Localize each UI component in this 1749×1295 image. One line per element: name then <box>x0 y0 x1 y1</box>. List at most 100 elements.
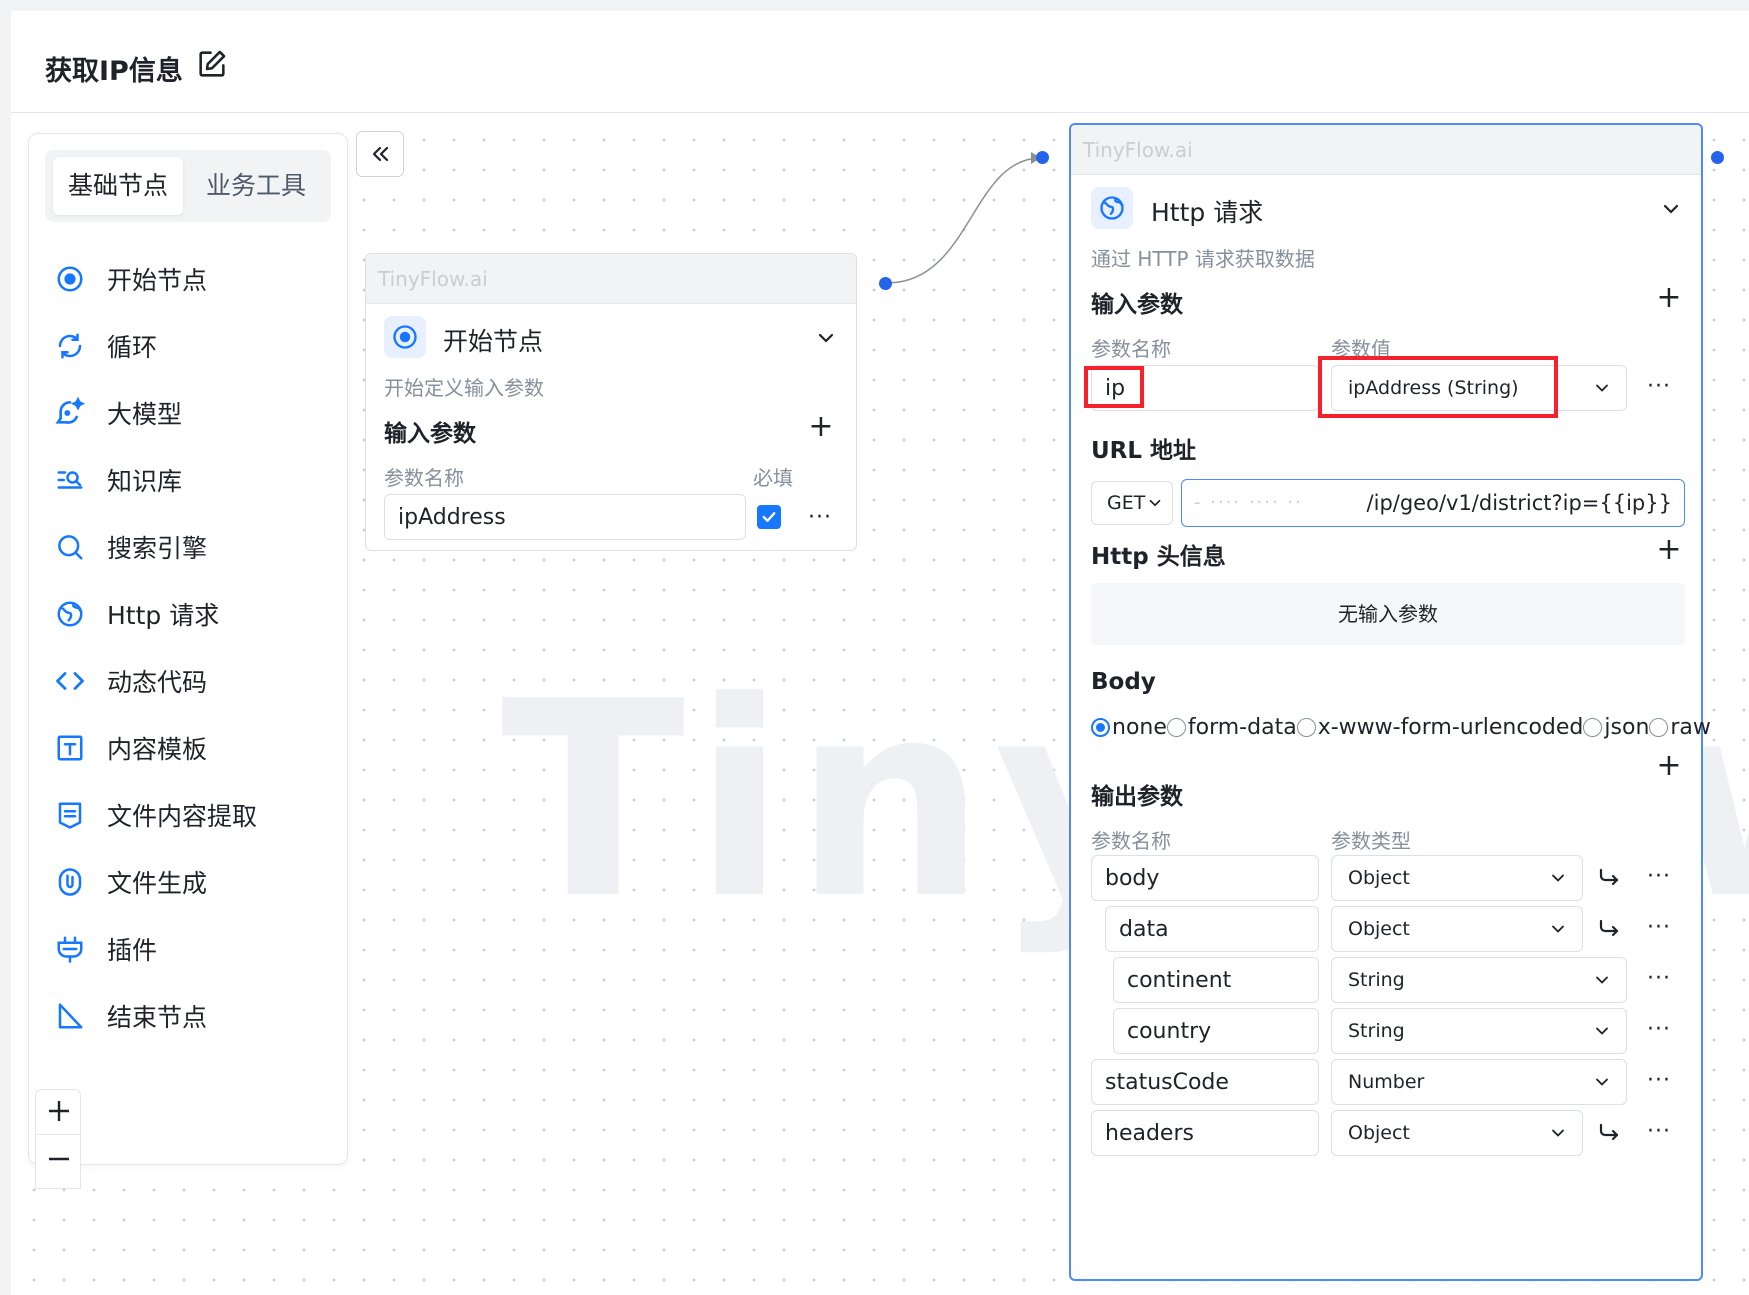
more-options-button[interactable]: ··· <box>1647 1070 1671 1092</box>
body-radio-json[interactable]: json <box>1583 715 1649 740</box>
flow-canvas[interactable]: TinyFlow.ai 基础节点 业务工具 开始节点 循环 <box>11 113 1749 1295</box>
loop-icon <box>53 329 87 363</box>
palette-item-search[interactable]: 搜索引擎 <box>53 522 323 572</box>
chevron-down-icon <box>1596 384 1608 392</box>
select-value: String <box>1348 1020 1405 1042</box>
add-child-icon[interactable] <box>1597 1121 1621 1145</box>
output-name-input[interactable]: continent <box>1113 957 1319 1003</box>
url-masked-host: - ···· ···· ·· <box>1194 492 1303 513</box>
zoom-control <box>35 1089 81 1189</box>
palette-item-label: 大模型 <box>107 400 183 429</box>
palette-item-label: 插件 <box>107 936 158 965</box>
output-type-select[interactable]: Object <box>1331 1110 1583 1156</box>
zoom-out-icon[interactable] <box>48 1148 70 1170</box>
section-title-outputs: 输出参数 <box>1091 784 1183 810</box>
palette-item-start[interactable]: 开始节点 <box>53 254 323 304</box>
collapse-sidebar-button[interactable] <box>356 131 404 177</box>
node-title: 开始节点 <box>443 327 544 356</box>
palette-item-knowledge[interactable]: 知识库 <box>53 455 323 505</box>
palette-item-code[interactable]: 动态代码 <box>53 656 323 706</box>
chevron-down-icon <box>1552 925 1564 933</box>
http-request-node[interactable]: TinyFlow.ai Http 请求 通过 HTTP 请求获取数据 输入参数 … <box>1069 123 1711 1281</box>
palette-item-http[interactable]: Http 请求 <box>53 589 323 639</box>
http-node-input-port[interactable] <box>1036 151 1049 164</box>
add-child-icon[interactable] <box>1597 917 1621 941</box>
output-type-select[interactable]: String <box>1331 957 1627 1003</box>
node-description: 通过 HTTP 请求获取数据 <box>1091 247 1315 271</box>
palette-item-template[interactable]: 内容模板 <box>53 723 323 773</box>
body-radio-none[interactable]: none <box>1091 715 1167 740</box>
palette-item-end[interactable]: 结束节点 <box>53 991 323 1041</box>
chevron-down-icon[interactable] <box>814 326 838 350</box>
palette-item-file-extract[interactable]: 文件内容提取 <box>53 790 323 840</box>
radio-label: raw <box>1670 715 1711 740</box>
output-type-select[interactable]: Object <box>1331 906 1583 952</box>
select-value: Number <box>1348 1071 1425 1093</box>
tab-business-tools[interactable]: 业务工具 <box>191 157 321 215</box>
add-header-button[interactable]: + <box>1654 535 1684 565</box>
body-radio-form-data[interactable]: form-data <box>1166 715 1297 740</box>
param-name-input[interactable]: ipAddress <box>384 494 746 540</box>
add-child-icon[interactable] <box>1597 866 1621 890</box>
annotation-box-param-name <box>1084 366 1144 408</box>
body-radio-urlencoded[interactable]: x-www-form-urlencoded <box>1296 715 1583 740</box>
output-name-input[interactable]: statusCode <box>1091 1059 1319 1105</box>
more-options-button[interactable]: ··· <box>1647 376 1671 398</box>
edit-icon[interactable] <box>195 47 229 81</box>
palette-item-plugin[interactable]: 插件 <box>53 924 323 974</box>
section-title-inputs: 输入参数 <box>384 421 476 447</box>
palette-tabs: 基础节点 业务工具 <box>45 150 331 222</box>
output-type-select[interactable]: Number <box>1331 1059 1627 1105</box>
check-icon <box>762 512 776 522</box>
llm-icon <box>53 396 87 430</box>
more-options-button[interactable]: ··· <box>1647 968 1671 990</box>
output-name-input[interactable]: headers <box>1091 1110 1319 1156</box>
add-input-button[interactable]: + <box>1654 283 1684 313</box>
column-label-required: 必填 <box>753 466 793 490</box>
chevron-down-icon[interactable] <box>1659 197 1683 221</box>
node-brand: TinyFlow.ai <box>366 254 856 304</box>
add-input-button[interactable]: + <box>806 412 836 442</box>
more-options-button[interactable]: ··· <box>1647 917 1671 939</box>
palette-item-label: 动态代码 <box>107 668 208 697</box>
more-options-button[interactable]: ··· <box>1647 1019 1671 1041</box>
select-value: Object <box>1348 918 1410 940</box>
tab-basic-nodes[interactable]: 基础节点 <box>53 157 183 215</box>
palette-item-file-generate[interactable]: 文件生成 <box>53 857 323 907</box>
http-node-output-port[interactable] <box>1711 151 1724 164</box>
node-palette: 基础节点 业务工具 开始节点 循环 大模型 知识库 搜索引擎 Http 请求 动… <box>28 133 348 1165</box>
url-input[interactable]: - ···· ···· ·· /ip/geo/v1/district?ip={{… <box>1181 479 1685 527</box>
output-name-input[interactable]: country <box>1113 1008 1319 1054</box>
palette-item-loop[interactable]: 循环 <box>53 321 323 371</box>
start-node[interactable]: TinyFlow.ai 开始节点 开始定义输入参数 输入参数 + 参数名称 必填… <box>365 253 857 551</box>
radio-label: json <box>1604 715 1650 740</box>
required-checkbox[interactable] <box>757 505 781 529</box>
output-name-input[interactable]: body <box>1091 855 1319 901</box>
more-options-button[interactable]: ··· <box>808 507 832 529</box>
radio-label: form-data <box>1187 715 1297 740</box>
more-options-button[interactable]: ··· <box>1647 866 1671 888</box>
chevron-down-icon <box>1596 1027 1608 1035</box>
more-options-button[interactable]: ··· <box>1647 1121 1671 1143</box>
file-generate-icon <box>53 865 87 899</box>
search-icon <box>53 530 87 564</box>
output-type-select[interactable]: String <box>1331 1008 1627 1054</box>
body-radio-raw[interactable]: raw <box>1649 715 1711 740</box>
start-icon <box>384 316 426 358</box>
start-icon <box>53 262 87 296</box>
output-type-select[interactable]: Object <box>1331 855 1583 901</box>
radio-button <box>1166 718 1186 737</box>
palette-item-label: 知识库 <box>107 467 183 496</box>
add-output-button[interactable]: + <box>1654 751 1684 781</box>
select-value: String <box>1348 969 1405 991</box>
http-method-select[interactable]: GET <box>1091 481 1173 525</box>
globe-icon <box>53 597 87 631</box>
app-window: 获取IP信息 TinyFlow.ai 基础节点 业务工具 开始节点 <box>11 11 1749 1295</box>
column-label-name: 参数名称 <box>1091 337 1171 361</box>
palette-item-label: Http 请求 <box>107 601 220 630</box>
node-title: Http 请求 <box>1151 198 1264 227</box>
output-name-input[interactable]: data <box>1105 906 1319 952</box>
zoom-in-icon[interactable] <box>48 1100 70 1122</box>
palette-item-llm[interactable]: 大模型 <box>53 388 323 438</box>
start-node-output-port[interactable] <box>879 277 892 290</box>
